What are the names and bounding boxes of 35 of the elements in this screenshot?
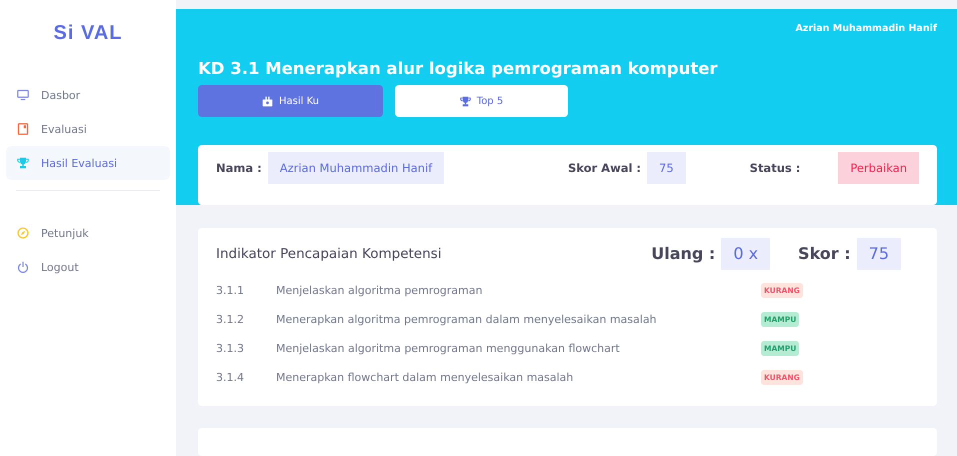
tab[interactable]: Hasil Ku bbox=[198, 85, 383, 117]
status-label: Perbaikan bbox=[838, 152, 919, 184]
indicator-code: 3.1.1 bbox=[216, 284, 245, 297]
medal-icon bbox=[262, 96, 273, 106]
indicator-text: Menjelaskan algoritma pemrograman menggunakan flowchart bbox=[276, 342, 621, 355]
indicator-text: Menerapkan algoritma pemrograman dalam menyelesaikan masalah bbox=[276, 312, 658, 326]
sidebar-item[interactable]: Dasbor bbox=[6, 78, 170, 112]
indicator-code: 3.1.3 bbox=[216, 342, 245, 355]
stat-label: Skor : bbox=[798, 242, 851, 265]
indicator-text: Menjelaskan algoritma pemrograman bbox=[276, 284, 484, 297]
power-icon bbox=[17, 261, 29, 273]
sidebar-item[interactable]: Evaluasi bbox=[6, 112, 170, 146]
value-label: Azrian Muhammadin Hanif bbox=[268, 152, 444, 184]
field-label: Skor Awal : bbox=[568, 160, 642, 177]
stat-label: Ulang : bbox=[651, 242, 716, 265]
value-label: 0 x bbox=[721, 238, 770, 270]
indicator-text: Menerapkan flowchart dalam menyelesaikan masalah bbox=[276, 370, 574, 384]
monitor-icon bbox=[17, 89, 29, 101]
sidebar-item[interactable]: Hasil Evaluasi bbox=[6, 146, 170, 180]
section-title: Indikator Pencapaian Kompetensi bbox=[216, 246, 442, 262]
field-label: Status : bbox=[750, 160, 800, 177]
indicator-code: 3.1.2 bbox=[216, 312, 245, 326]
indicator-code: 3.1.4 bbox=[216, 370, 245, 384]
page-title: KD 3.1 Menerapkan alur logika pemrograman komputer bbox=[198, 59, 719, 78]
brand-logo: Si VAL bbox=[52, 22, 124, 45]
book-icon bbox=[17, 123, 29, 135]
field-label: Nama : bbox=[216, 160, 262, 177]
value-label: 75 bbox=[856, 238, 901, 270]
trophy-icon bbox=[460, 96, 471, 106]
tab[interactable]: Top 5 bbox=[395, 85, 568, 117]
trophy-icon bbox=[17, 157, 29, 169]
sidebar-item[interactable]: Petunjuk bbox=[6, 216, 170, 250]
compass-icon bbox=[17, 227, 29, 239]
sidebar-item[interactable]: Logout bbox=[6, 250, 170, 284]
value-label: 75 bbox=[647, 152, 686, 184]
